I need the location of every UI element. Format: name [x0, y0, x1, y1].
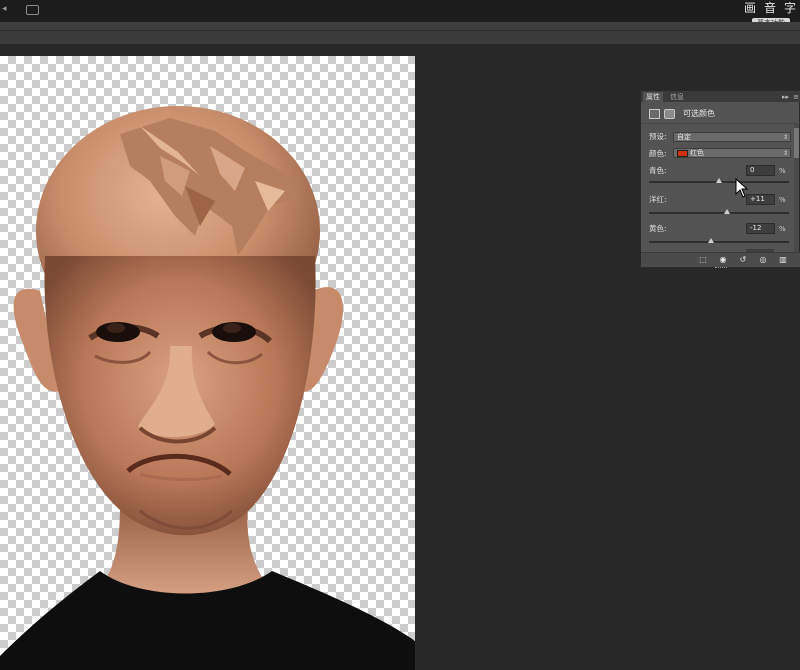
tab-properties[interactable]: 属性 — [643, 92, 663, 102]
magenta-unit: % — [779, 196, 786, 204]
top-right-icons: 画 音 字 — [740, 0, 800, 17]
color-swatch — [677, 149, 688, 157]
document-canvas[interactable] — [0, 56, 415, 670]
cyan-unit: % — [779, 167, 786, 175]
dropdown-arrows-icon: ⇕ — [782, 134, 788, 141]
trash-icon[interactable]: ▥ — [777, 255, 789, 265]
clip-to-layer-icon[interactable]: ⬚ — [697, 255, 709, 265]
panel-menu-icon[interactable]: ≡ — [793, 92, 799, 102]
yellow-slider[interactable] — [649, 238, 789, 243]
visibility-eye-icon[interactable]: ◎ — [757, 255, 769, 265]
cyan-value-input[interactable]: 0 — [746, 165, 775, 176]
adjustment-type-icon — [649, 109, 660, 119]
yellow-unit: % — [779, 225, 786, 233]
yellow-value: -12 — [750, 224, 762, 232]
resize-grip[interactable] — [715, 267, 727, 270]
yellow-value-input[interactable]: -12 — [746, 223, 775, 234]
preset-dropdown[interactable]: 自定 ⇕ — [673, 132, 791, 142]
colors-value: 红色 — [690, 149, 704, 157]
magenta-slider-thumb[interactable] — [723, 209, 730, 214]
magenta-label: 洋红: — [649, 195, 667, 204]
menu-strip: ◂ 画 音 字 — [0, 0, 800, 22]
cyan-slider[interactable] — [649, 178, 789, 183]
photoshop-window: ◂ 画 音 字 基本功能 — [0, 0, 800, 670]
tool-fragment-icon[interactable]: ◂ — [2, 4, 7, 14]
adjustment-header: 可选颜色 — [641, 102, 800, 124]
yellow-label: 黄色: — [649, 224, 667, 233]
document-tab-bar — [0, 31, 800, 45]
collapse-panel-icon[interactable]: ▸▸ — [782, 92, 789, 102]
reset-icon[interactable]: ↺ — [737, 255, 749, 265]
magenta-slider[interactable] — [649, 209, 789, 214]
tab-info[interactable]: 信息 — [667, 92, 687, 102]
cyan-value: 0 — [750, 166, 755, 174]
magenta-value-input[interactable]: +11 — [746, 194, 775, 205]
colors-dropdown[interactable]: 红色 ⇕ — [673, 148, 791, 158]
dropdown-arrows-icon: ⇕ — [782, 150, 788, 157]
panel-footer: ⬚ ◉ ↺ ◎ ▥ — [641, 252, 800, 270]
colors-label: 颜色: — [649, 149, 667, 158]
cyan-slider-thumb[interactable] — [716, 178, 722, 183]
adjustment-title: 可选颜色 — [683, 109, 715, 118]
screen-icon[interactable]: 画 — [740, 0, 760, 17]
properties-panel: 属性 信息 ▸▸ ≡ 可选颜色 预设: 自定 ⇕ 颜色: 红色 ⇕ 青色: 0 … — [640, 90, 800, 268]
text-icon[interactable]: 字 — [780, 0, 800, 17]
scrollbar-thumb[interactable] — [794, 128, 799, 158]
preset-value: 自定 — [677, 133, 691, 141]
toolbar-toggle-icon[interactable] — [26, 5, 39, 15]
cyan-label: 青色: — [649, 166, 667, 175]
preset-label: 预设: — [649, 132, 667, 141]
mouse-cursor-icon — [735, 178, 749, 198]
panel-tab-bar: 属性 信息 ▸▸ ≡ — [641, 91, 800, 102]
yellow-slider-thumb[interactable] — [707, 238, 714, 243]
eye-view-previous-icon[interactable]: ◉ — [717, 255, 729, 265]
portrait-image — [0, 106, 415, 670]
layer-mask-icon[interactable] — [664, 109, 675, 119]
audio-icon[interactable]: 音 — [760, 0, 780, 17]
options-bar — [0, 22, 800, 31]
magenta-value: +11 — [750, 195, 765, 203]
panel-scrollbar[interactable] — [794, 124, 799, 252]
